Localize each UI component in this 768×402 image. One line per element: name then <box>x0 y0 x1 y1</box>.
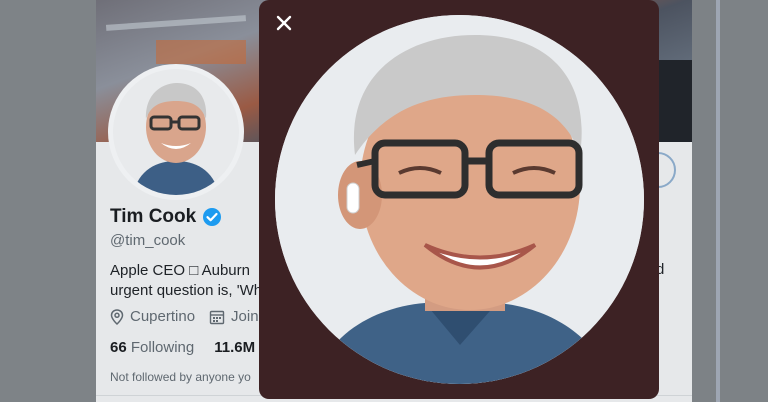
following-count: 66 <box>110 339 127 356</box>
not-followed-note: Not followed by anyone yo <box>110 370 251 384</box>
avatar-modal <box>259 0 659 399</box>
banner-detail <box>105 15 247 31</box>
profile-stats: 66 Following 11.6M <box>110 339 255 356</box>
profile-meta: Cupertino Joine <box>110 308 267 325</box>
followers-stat[interactable]: 11.6M <box>214 339 255 356</box>
enlarged-avatar-photo <box>275 15 644 384</box>
avatar-photo <box>113 69 239 195</box>
banner-detail <box>156 40 246 64</box>
followers-count: 11.6M <box>214 339 256 356</box>
close-icon <box>276 15 292 31</box>
profile-name-row: Tim Cook <box>110 206 222 228</box>
following-stat[interactable]: 66 Following <box>110 339 194 356</box>
calendar-icon <box>209 310 225 324</box>
profile-handle[interactable]: @tim_cook <box>110 232 185 249</box>
scrollbar-edge[interactable] <box>716 0 720 402</box>
left-overlay <box>0 0 96 402</box>
right-overlay <box>692 0 768 402</box>
profile-name: Tim Cook <box>110 206 197 227</box>
profile-avatar[interactable] <box>108 64 244 200</box>
location-text: Cupertino <box>130 308 196 325</box>
verified-badge-icon <box>202 207 222 227</box>
following-label: Following <box>130 339 195 356</box>
close-button[interactable] <box>271 10 297 36</box>
location-pin-icon <box>110 308 124 325</box>
profile-location: Cupertino <box>110 308 195 325</box>
